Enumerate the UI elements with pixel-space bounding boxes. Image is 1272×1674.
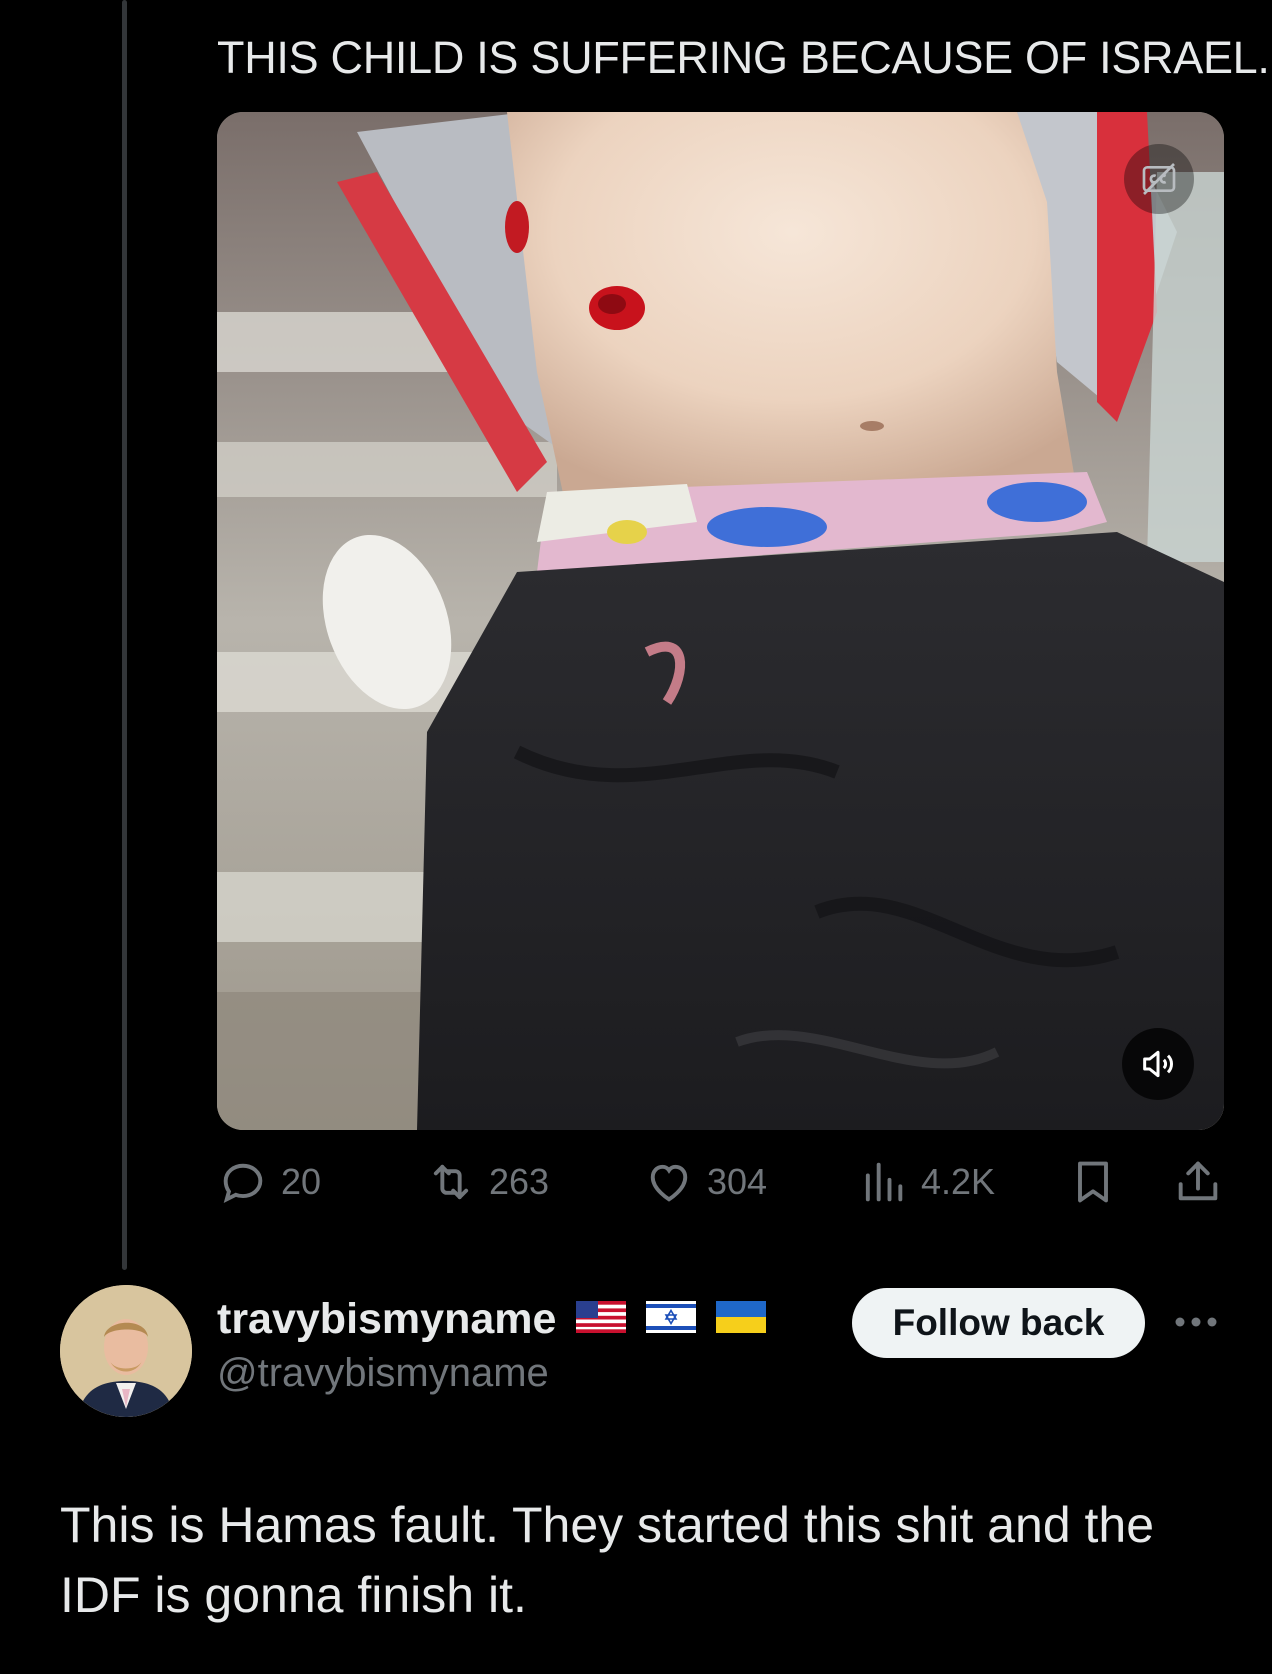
ukraine-flag-icon	[716, 1292, 767, 1346]
more-icon	[1175, 1317, 1217, 1327]
reply-count: 20	[281, 1161, 322, 1202]
post-video[interactable]	[217, 112, 1224, 1130]
share-button[interactable]	[1172, 1150, 1224, 1214]
captions-off-icon	[1142, 163, 1176, 195]
share-icon	[1178, 1161, 1218, 1201]
like-button[interactable]: 304	[643, 1150, 767, 1214]
reply-text: This is Hamas fault. They started this s…	[60, 1497, 1155, 1623]
speaker-muted-icon	[1143, 1050, 1173, 1078]
like-count: 304	[707, 1161, 768, 1202]
user-handle[interactable]: @travybismyname	[217, 1348, 766, 1398]
israel-flag-icon	[646, 1292, 697, 1346]
repost-count: 263	[489, 1161, 550, 1202]
thread-connector-line	[122, 0, 127, 1270]
more-options-button[interactable]	[1170, 1300, 1222, 1344]
reply-button[interactable]: 20	[217, 1150, 321, 1214]
views-button[interactable]: 4.2K	[857, 1150, 995, 1214]
repost-icon	[433, 1164, 469, 1200]
avatar-photo	[60, 1285, 192, 1417]
volume-toggle-button[interactable]	[1122, 1028, 1194, 1100]
post-actions-bar: 20 263 304 4.2K	[217, 1150, 1224, 1214]
bookmark-button[interactable]	[1067, 1150, 1119, 1214]
reply-user-info: travybismyname @travybismyname	[217, 1292, 767, 1398]
post-text: THIS CHILD IS SUFFERING BECAUSE OF ISRAE…	[217, 32, 1270, 83]
avatar[interactable]	[60, 1285, 192, 1417]
analytics-icon	[865, 1162, 903, 1202]
us-flag-icon	[576, 1292, 627, 1346]
display-name[interactable]: travybismyname	[217, 1292, 556, 1346]
captions-toggle-button[interactable]	[1124, 144, 1194, 214]
bookmark-icon	[1078, 1161, 1108, 1203]
repost-button[interactable]: 263	[425, 1150, 549, 1214]
heart-icon	[650, 1164, 688, 1202]
display-name-row: travybismyname	[217, 1292, 767, 1346]
reply-icon	[223, 1163, 263, 1204]
follow-back-button[interactable]: Follow back	[852, 1288, 1145, 1358]
video-frame	[217, 112, 1224, 1130]
view-count: 4.2K	[921, 1161, 996, 1202]
